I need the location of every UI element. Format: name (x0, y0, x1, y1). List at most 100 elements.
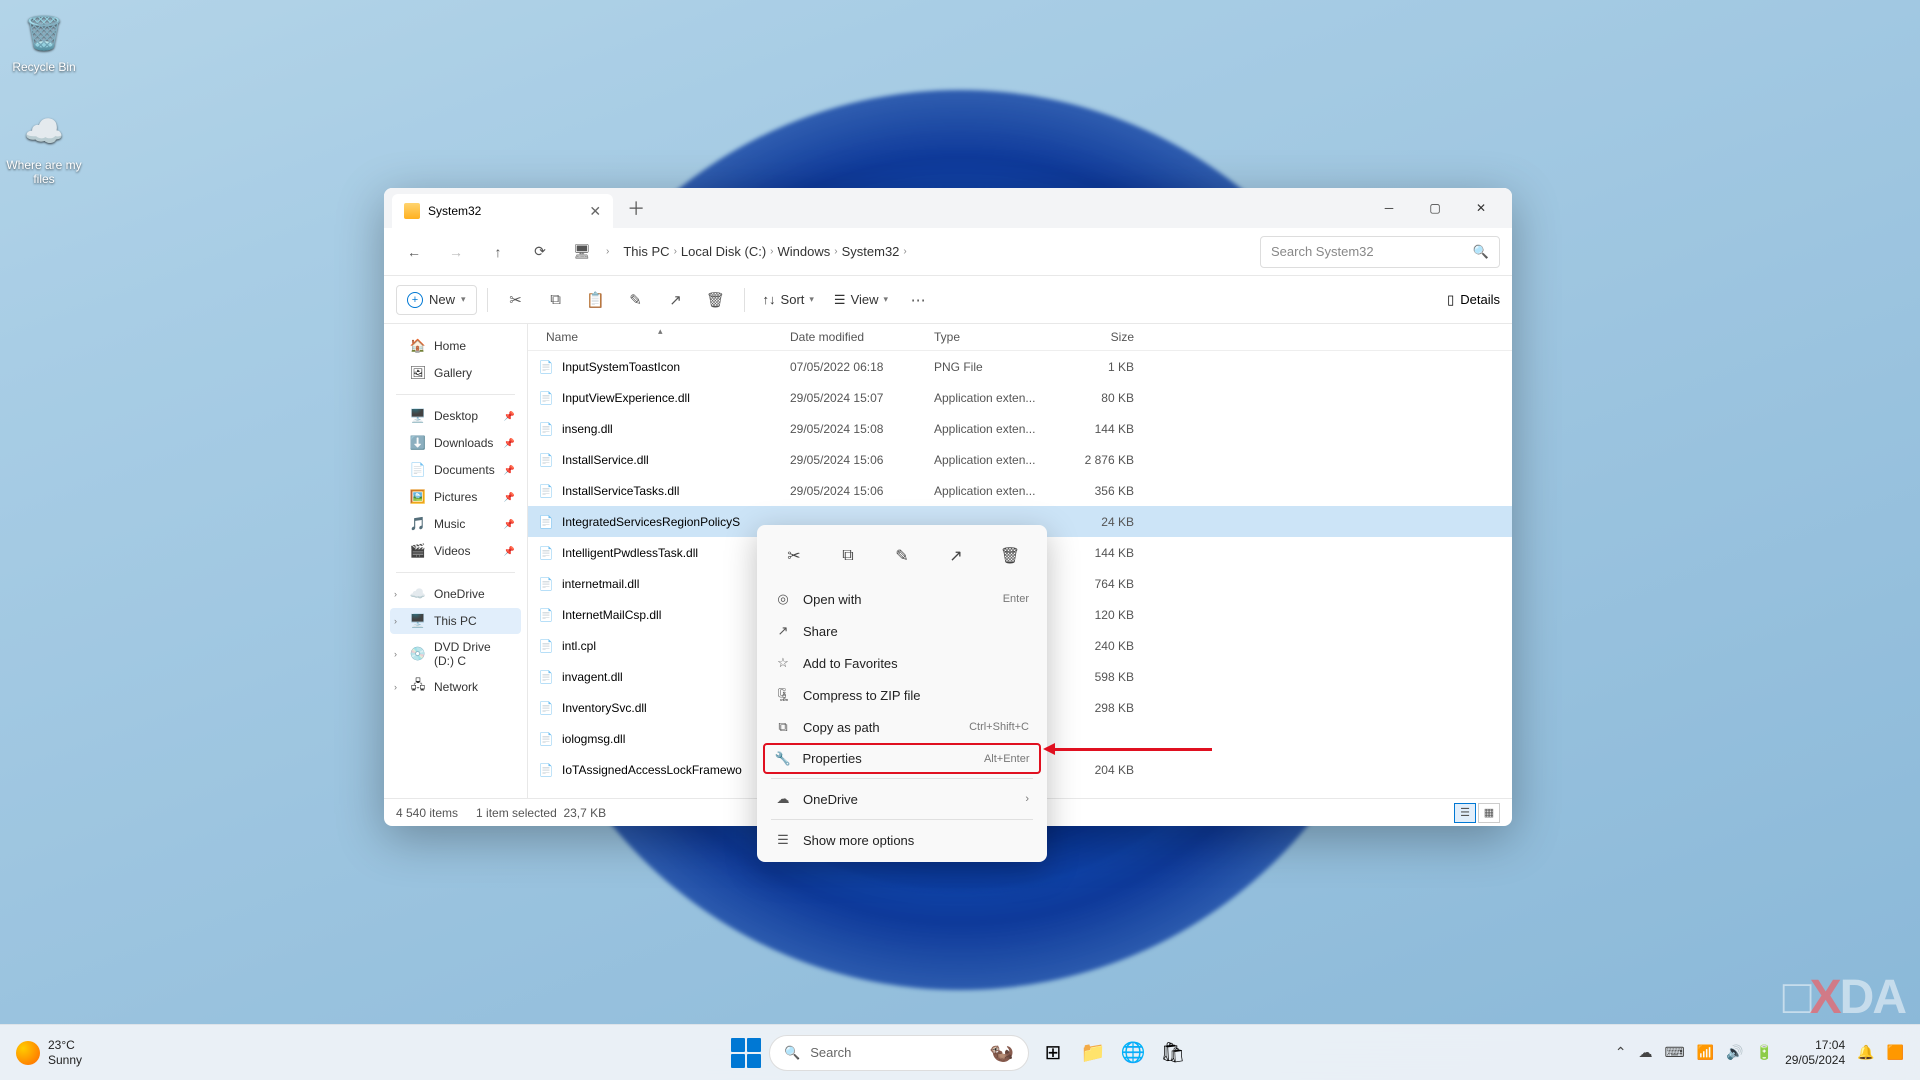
search-icon: 🔍 (1473, 244, 1489, 260)
wrench-icon: 🔧 (775, 751, 791, 767)
sidebar-item-dvd-drive-d-c[interactable]: ›💿DVD Drive (D:) C (390, 635, 521, 673)
toolbar: + New ▾ ✂ ⧉ 📋 ✎ ↗ 🗑 ↑↓ Sort ▾ ☰ View ▾ ⋯… (384, 276, 1512, 324)
back-button[interactable]: ← (396, 234, 432, 270)
close-button[interactable]: ✕ (1458, 192, 1504, 224)
ctx-delete-button[interactable]: 🗑 (991, 539, 1029, 573)
tray-volume-icon[interactable]: 🔊 (1726, 1044, 1743, 1061)
sidebar-item-music[interactable]: 🎵Music📌 (390, 511, 521, 537)
sidebar-item-videos[interactable]: 🎬Videos📌 (390, 538, 521, 564)
file-row[interactable]: 📄 InputSystemToastIcon 07/05/2022 06:18 … (528, 351, 1512, 382)
share-button[interactable]: ↗ (658, 282, 694, 318)
search-input[interactable]: Search System32 🔍 (1260, 236, 1500, 268)
sidebar-gallery[interactable]: 🖼Gallery (390, 360, 521, 386)
ctx-compress[interactable]: 🗜Compress to ZIP file (763, 679, 1041, 711)
column-headers[interactable]: Name▴ Date modified Type Size (528, 324, 1512, 351)
edge-app[interactable]: 🌐 (1117, 1037, 1149, 1069)
tray-chevron[interactable]: ⌃ (1615, 1044, 1627, 1061)
paste-button[interactable]: 📋 (578, 282, 614, 318)
explorer-app[interactable]: 📁 (1077, 1037, 1109, 1069)
tray-battery-icon[interactable]: 🔋 (1756, 1044, 1773, 1061)
tray-app-icon[interactable]: 🟧 (1887, 1044, 1904, 1061)
ctx-open-with[interactable]: ◎Open withEnter (763, 583, 1041, 615)
ctx-properties[interactable]: 🔧PropertiesAlt+Enter (763, 743, 1041, 774)
ctx-share[interactable]: ↗Share (763, 615, 1041, 647)
new-tab-button[interactable]: ＋ (627, 195, 645, 221)
sidebar-item-pictures[interactable]: 🖼️Pictures📌 (390, 484, 521, 510)
home-icon: 🏠 (410, 338, 426, 354)
details-button[interactable]: ▯ Details (1447, 292, 1500, 308)
clock[interactable]: 17:04 29/05/2024 (1785, 1038, 1845, 1067)
rename-button[interactable]: ✎ (618, 282, 654, 318)
sort-button[interactable]: ↑↓ Sort ▾ (755, 286, 822, 313)
refresh-button[interactable]: ⟳ (522, 234, 558, 270)
ctx-favorites[interactable]: ☆Add to Favorites (763, 647, 1041, 679)
minimize-button[interactable]: ─ (1366, 192, 1412, 224)
annotation-arrow (1047, 748, 1212, 751)
view-button[interactable]: ☰ View ▾ (826, 286, 896, 314)
store-app[interactable]: 🛍 (1157, 1037, 1189, 1069)
search-icon: 🔍 (784, 1045, 800, 1061)
desktop-icon-recycle-bin[interactable]: 🗑️ Recycle Bin (6, 10, 82, 74)
breadcrumb[interactable]: This PC› Local Disk (C:)› Windows› Syste… (615, 244, 1254, 259)
sidebar-item-onedrive[interactable]: ›☁️OneDrive (390, 581, 521, 607)
file-icon: 📄 (538, 545, 554, 561)
file-icon: 📄 (538, 762, 554, 778)
view-details-button[interactable]: ☰ (1454, 803, 1476, 823)
sidebar-item-desktop[interactable]: 🖥️Desktop📌 (390, 403, 521, 429)
details-icon: ▯ (1447, 292, 1454, 308)
taskbar-search[interactable]: 🔍 Search 🦦 (769, 1035, 1029, 1071)
sun-icon (16, 1041, 40, 1065)
sidebar-item-downloads[interactable]: ⬇️Downloads📌 (390, 430, 521, 456)
maximize-button[interactable]: ▢ (1412, 192, 1458, 224)
tab-system32[interactable]: System32 ✕ (392, 194, 613, 228)
ctx-cut-button[interactable]: ✂ (775, 539, 813, 573)
view-thumbnails-button[interactable]: ▦ (1478, 803, 1500, 823)
breadcrumb-segment[interactable]: Windows (778, 244, 831, 259)
sidebar-item-this-pc[interactable]: ›🖥️This PC (390, 608, 521, 634)
ctx-rename-button[interactable]: ✎ (883, 539, 921, 573)
ctx-share-button[interactable]: ↗ (937, 539, 975, 573)
sidebar-home[interactable]: 🏠Home (390, 333, 521, 359)
tray-wifi-icon[interactable]: 📶 (1697, 1044, 1714, 1061)
delete-button[interactable]: 🗑 (698, 282, 734, 318)
copy-button[interactable]: ⧉ (538, 282, 574, 318)
pin-icon: 📌 (504, 411, 515, 422)
file-row[interactable]: 📄 InstallServiceTasks.dll 29/05/2024 15:… (528, 475, 1512, 506)
file-row[interactable]: 📄 InstallService.dll 29/05/2024 15:06 Ap… (528, 444, 1512, 475)
breadcrumb-segment[interactable]: System32 (842, 244, 900, 259)
notifications-icon[interactable]: 🔔 (1857, 1044, 1874, 1061)
ctx-copy-path[interactable]: ⧉Copy as pathCtrl+Shift+C (763, 711, 1041, 743)
ctx-onedrive[interactable]: ☁OneDrive› (763, 783, 1041, 815)
search-animal-icon: 🦦 (989, 1040, 1014, 1065)
gallery-icon: 🖼 (410, 365, 426, 381)
file-icon: 📄 (538, 731, 554, 747)
ctx-more-options[interactable]: ☰Show more options (763, 824, 1041, 856)
pin-icon: 📌 (504, 519, 515, 530)
pin-icon: 📌 (504, 465, 515, 476)
tray-onedrive-icon[interactable]: ☁ (1639, 1044, 1653, 1061)
new-button[interactable]: + New ▾ (396, 285, 477, 315)
desktop-icon-files[interactable]: ☁️ Where are my files (6, 108, 82, 186)
tray-keyboard-icon[interactable]: ⌨ (1665, 1044, 1685, 1061)
weather-widget[interactable]: 23°C Sunny (16, 1038, 82, 1067)
pc-icon[interactable]: 🖥 (564, 234, 600, 270)
cloud-icon: ☁️ (21, 108, 67, 154)
sidebar-item-network[interactable]: ›🖧Network (390, 674, 521, 700)
breadcrumb-segment[interactable]: Local Disk (C:) (681, 244, 766, 259)
titlebar: System32 ✕ ＋ ─ ▢ ✕ (384, 188, 1512, 228)
cut-button[interactable]: ✂ (498, 282, 534, 318)
file-row[interactable]: 📄 InputViewExperience.dll 29/05/2024 15:… (528, 382, 1512, 413)
more-button[interactable]: ⋯ (900, 282, 936, 318)
file-icon: 📄 (538, 514, 554, 530)
forward-button[interactable]: → (438, 234, 474, 270)
tab-close-button[interactable]: ✕ (589, 203, 601, 220)
sidebar-item-documents[interactable]: 📄Documents📌 (390, 457, 521, 483)
breadcrumb-segment[interactable]: This PC (623, 244, 669, 259)
file-row[interactable]: 📄 inseng.dll 29/05/2024 15:08 Applicatio… (528, 413, 1512, 444)
up-button[interactable]: ↑ (480, 234, 516, 270)
task-view-button[interactable]: ⊞ (1037, 1037, 1069, 1069)
pin-icon: 📌 (504, 546, 515, 557)
ctx-copy-button[interactable]: ⧉ (829, 539, 867, 573)
start-button[interactable] (731, 1038, 761, 1068)
chevron-right-icon: › (394, 616, 397, 626)
